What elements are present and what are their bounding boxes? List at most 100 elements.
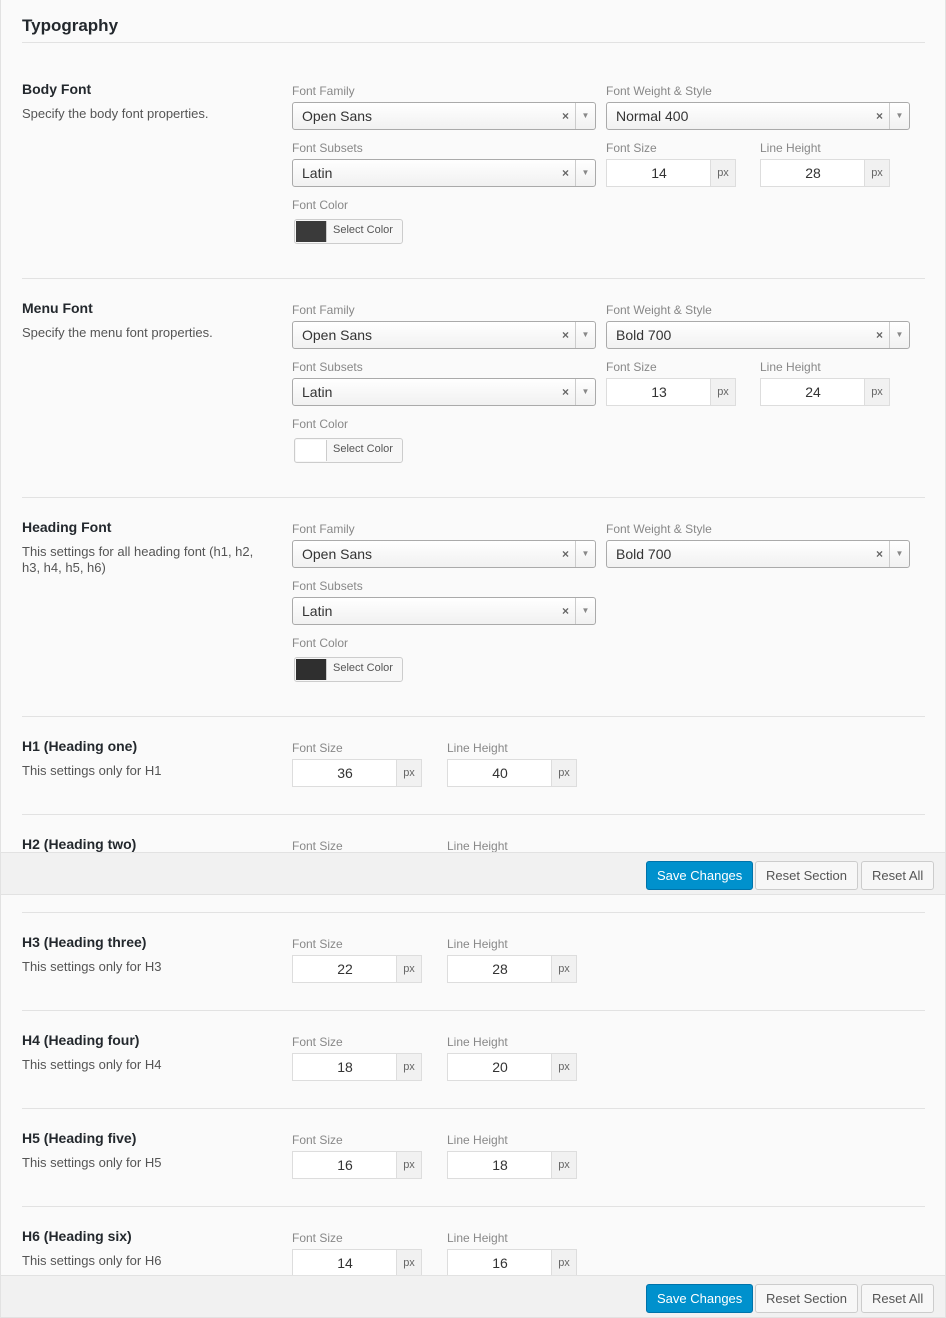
line-height-input[interactable]: 24 px: [760, 378, 890, 406]
input-value[interactable]: 16: [448, 1250, 552, 1276]
clear-icon[interactable]: ×: [562, 547, 569, 561]
reset-all-button[interactable]: Reset All: [861, 1284, 935, 1313]
font-family-select[interactable]: Open Sans × ▼: [292, 102, 596, 130]
input-value[interactable]: 24: [761, 379, 865, 405]
font-size-input[interactable]: 13 px: [606, 378, 736, 406]
select-color-button[interactable]: Select Color: [294, 438, 403, 463]
section-description: This settings only for H4: [22, 1057, 162, 1072]
unit-label: px: [551, 760, 576, 786]
clear-icon[interactable]: ×: [562, 385, 569, 399]
input-value[interactable]: 28: [448, 956, 552, 982]
font-size-label: Font Size: [292, 839, 343, 853]
input-value[interactable]: 40: [448, 760, 552, 786]
input-value[interactable]: 14: [293, 1250, 397, 1276]
section-title: Body Font: [22, 81, 92, 97]
divider: [22, 1108, 925, 1109]
font-subsets-select[interactable]: Latin × ▼: [292, 378, 596, 406]
unit-label: px: [551, 1152, 576, 1178]
line-height-input[interactable]: 16 px: [447, 1249, 577, 1277]
chevron-down-icon[interactable]: ▼: [889, 541, 909, 567]
input-value[interactable]: 36: [293, 760, 397, 786]
divider: [22, 42, 925, 43]
font-size-input[interactable]: 18 px: [292, 1053, 422, 1081]
section-title: H4 (Heading four): [22, 1032, 140, 1048]
font-size-input[interactable]: 16 px: [292, 1151, 422, 1179]
chevron-down-icon[interactable]: ▼: [575, 322, 595, 348]
section-title: H3 (Heading three): [22, 934, 147, 950]
font-size-input[interactable]: 14 px: [606, 159, 736, 187]
font-size-input[interactable]: 14 px: [292, 1249, 422, 1277]
font-family-label: Font Family: [292, 522, 355, 536]
section-description: This settings for all heading font (h1, …: [22, 544, 254, 575]
font-weight-select[interactable]: Bold 700 × ▼: [606, 540, 910, 568]
section-title: H1 (Heading one): [22, 738, 138, 754]
selected-value: Bold 700: [616, 327, 672, 343]
select-color-label: Select Color: [333, 443, 393, 455]
clear-icon[interactable]: ×: [562, 166, 569, 180]
font-weight-label: Font Weight & Style: [606, 303, 712, 317]
chevron-down-icon[interactable]: ▼: [575, 103, 595, 129]
unit-label: px: [551, 1054, 576, 1080]
line-height-label: Line Height: [447, 937, 508, 951]
input-value[interactable]: 20: [448, 1054, 552, 1080]
clear-icon[interactable]: ×: [876, 328, 883, 342]
line-height-input[interactable]: 28 px: [760, 159, 890, 187]
font-subsets-select[interactable]: Latin × ▼: [292, 597, 596, 625]
font-size-input[interactable]: 36 px: [292, 759, 422, 787]
line-height-label: Line Height: [447, 1231, 508, 1245]
chevron-down-icon[interactable]: ▼: [889, 322, 909, 348]
font-family-select[interactable]: Open Sans × ▼: [292, 540, 596, 568]
unit-label: px: [551, 1250, 576, 1276]
reset-section-button[interactable]: Reset Section: [755, 1284, 858, 1313]
input-value[interactable]: 14: [607, 160, 711, 186]
line-height-input[interactable]: 28 px: [447, 955, 577, 983]
selected-value: Bold 700: [616, 546, 672, 562]
input-value[interactable]: 16: [293, 1152, 397, 1178]
reset-all-button[interactable]: Reset All: [861, 861, 935, 890]
clear-icon[interactable]: ×: [562, 604, 569, 618]
font-family-label: Font Family: [292, 303, 355, 317]
font-subsets-select[interactable]: Latin × ▼: [292, 159, 596, 187]
line-height-input[interactable]: 18 px: [447, 1151, 577, 1179]
selected-value: Open Sans: [302, 108, 373, 124]
clear-icon[interactable]: ×: [876, 109, 883, 123]
line-height-input[interactable]: 40 px: [447, 759, 577, 787]
section-description: This settings only for H3: [22, 959, 162, 974]
font-color-label: Font Color: [292, 636, 349, 650]
selected-value: Latin: [302, 603, 333, 619]
font-size-input[interactable]: 22 px: [292, 955, 422, 983]
input-value[interactable]: 18: [293, 1054, 397, 1080]
save-changes-button[interactable]: Save Changes: [646, 861, 754, 890]
unit-label: px: [710, 160, 735, 186]
chevron-down-icon[interactable]: ▼: [575, 160, 595, 186]
line-height-label: Line Height: [447, 839, 508, 853]
save-changes-button[interactable]: Save Changes: [646, 1284, 754, 1313]
input-value[interactable]: 18: [448, 1152, 552, 1178]
section-title: H6 (Heading six): [22, 1228, 132, 1244]
line-height-label: Line Height: [447, 1035, 508, 1049]
clear-icon[interactable]: ×: [876, 547, 883, 561]
chevron-down-icon[interactable]: ▼: [575, 598, 595, 624]
chevron-down-icon[interactable]: ▼: [575, 541, 595, 567]
divider: [22, 814, 925, 815]
clear-icon[interactable]: ×: [562, 328, 569, 342]
reset-section-button[interactable]: Reset Section: [755, 861, 858, 890]
line-height-input[interactable]: 20 px: [447, 1053, 577, 1081]
font-family-select[interactable]: Open Sans × ▼: [292, 321, 596, 349]
clear-icon[interactable]: ×: [562, 109, 569, 123]
font-weight-select[interactable]: Bold 700 × ▼: [606, 321, 910, 349]
input-value[interactable]: 22: [293, 956, 397, 982]
divider: [22, 497, 925, 498]
font-size-label: Font Size: [606, 141, 657, 155]
input-value[interactable]: 13: [607, 379, 711, 405]
select-color-button[interactable]: Select Color: [294, 657, 403, 682]
chevron-down-icon[interactable]: ▼: [889, 103, 909, 129]
font-weight-label: Font Weight & Style: [606, 84, 712, 98]
page-title: Typography: [22, 16, 119, 35]
section-title: H2 (Heading two): [22, 836, 137, 852]
input-value[interactable]: 28: [761, 160, 865, 186]
select-color-button[interactable]: Select Color: [294, 219, 403, 244]
line-height-label: Line Height: [447, 1133, 508, 1147]
chevron-down-icon[interactable]: ▼: [575, 379, 595, 405]
font-weight-select[interactable]: Normal 400 × ▼: [606, 102, 910, 130]
